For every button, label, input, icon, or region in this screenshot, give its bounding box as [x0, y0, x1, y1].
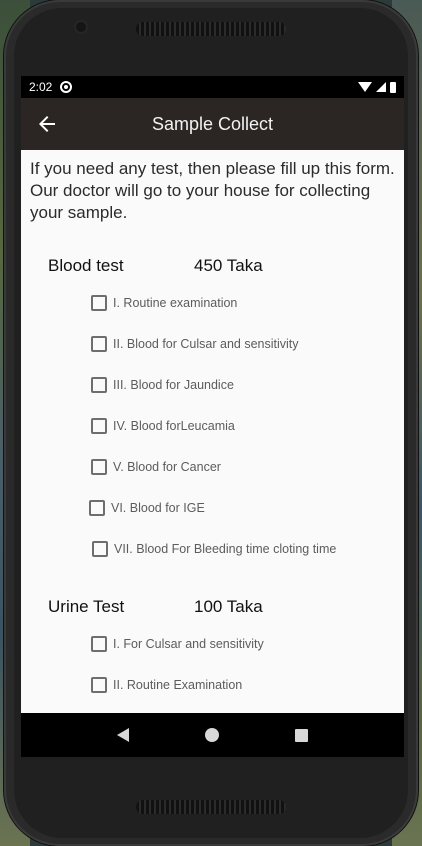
section-name: Blood test: [48, 256, 124, 275]
section-header-urine: Urine Test 100 Taka: [48, 597, 263, 617]
checkbox-item[interactable]: III. Blood for Jaundice: [91, 377, 234, 393]
arrow-left-icon[interactable]: [35, 112, 59, 136]
nav-recents-icon[interactable]: [295, 728, 308, 742]
checkbox[interactable]: [92, 541, 108, 557]
checkbox[interactable]: [91, 418, 107, 434]
checkbox-item[interactable]: II. Blood for Culsar and sensitivity: [91, 336, 299, 352]
checkbox[interactable]: [91, 677, 107, 693]
checkbox-item[interactable]: I. For Culsar and sensitivity: [91, 636, 264, 652]
status-icons: [358, 81, 396, 93]
nav-home-icon[interactable]: [205, 728, 219, 742]
page-title: Sample Collect: [151, 113, 274, 134]
wifi-icon: [358, 82, 372, 92]
checkbox-label: II. Blood for Culsar and sensitivity: [113, 337, 299, 351]
app-bar: Sample Collect: [21, 98, 404, 150]
navigation-bar: [21, 713, 404, 757]
checkbox-label: VII. Blood For Bleeding time cloting tim…: [114, 542, 337, 556]
checkbox[interactable]: [91, 459, 107, 475]
checkbox-item[interactable]: V. Blood for Cancer: [91, 459, 221, 475]
bottom-speaker: [136, 800, 286, 814]
sync-icon: [60, 81, 73, 93]
checkbox-label: I. For Culsar and sensitivity: [113, 637, 264, 651]
form-content: If you need any test, then please fill u…: [21, 150, 404, 713]
checkbox-label: VI. Blood for IGE: [111, 501, 205, 515]
section-header-blood: Blood test 450 Taka: [48, 256, 263, 276]
nav-back-icon[interactable]: [117, 728, 129, 742]
section-name: Urine Test: [48, 597, 125, 616]
checkbox-item[interactable]: II. Routine Examination: [91, 677, 242, 693]
front-camera: [76, 22, 86, 32]
checkbox[interactable]: [89, 500, 105, 516]
checkbox-label: II. Routine Examination: [113, 678, 243, 692]
checkbox-label: V. Blood for Cancer: [113, 460, 221, 474]
checkbox-item[interactable]: VII. Blood For Bleeding time cloting tim…: [92, 541, 336, 557]
checkbox-item[interactable]: VI. Blood for IGE: [89, 500, 205, 516]
checkbox-label: IV. Blood forLeucamia: [113, 419, 235, 433]
checkbox[interactable]: [91, 636, 107, 652]
device-screen: 2:02 Sample Collect If you need any test…: [21, 76, 404, 757]
status-time: 2:02: [29, 80, 53, 94]
checkbox[interactable]: [91, 377, 107, 393]
top-speaker: [136, 22, 286, 36]
section-price: 450 Taka: [194, 256, 263, 275]
checkbox-item[interactable]: I. Routine examination: [91, 295, 237, 311]
checkbox-label: I. Routine examination: [113, 296, 238, 310]
checkbox[interactable]: [91, 336, 107, 352]
status-bar: 2:02: [21, 76, 404, 98]
signal-icon: [376, 82, 386, 92]
checkbox-label: III. Blood for Jaundice: [113, 378, 234, 392]
battery-icon: [390, 81, 396, 93]
intro-text: If you need any test, then please fill u…: [30, 159, 395, 222]
checkbox[interactable]: [91, 295, 107, 311]
section-price: 100 Taka: [194, 597, 263, 616]
checkbox-item[interactable]: IV. Blood forLeucamia: [91, 418, 235, 434]
